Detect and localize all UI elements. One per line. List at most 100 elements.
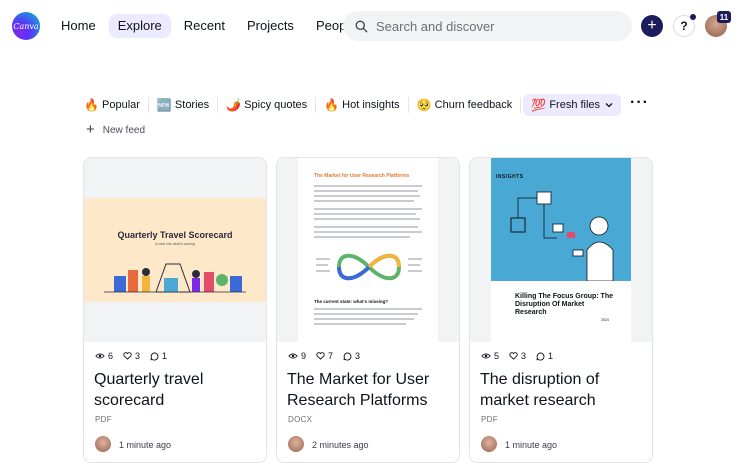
card-stats: 9 7 3 <box>288 351 360 361</box>
card-title[interactable]: Quarterly travel scorecard <box>94 369 259 411</box>
nav-explore[interactable]: Explore <box>108 14 171 38</box>
views-stat: 6 <box>95 351 113 361</box>
feed-chip-fresh-files[interactable]: 💯 Fresh files <box>523 94 622 116</box>
timestamp: 2 minutes ago <box>312 440 369 450</box>
card-stats: 5 3 1 <box>481 351 553 361</box>
chili-icon: 🌶️ <box>226 98 242 112</box>
likes-stat[interactable]: 3 <box>123 351 140 361</box>
hundred-icon: 💯 <box>531 98 547 112</box>
new-feed-button[interactable]: + New feed <box>86 121 146 138</box>
author-avatar[interactable] <box>288 436 304 452</box>
feed-chips: 🔥 Popular 🆕 Stories 🌶️ Spicy quotes 🔥 Ho… <box>80 94 622 116</box>
file-type: PDF <box>481 415 498 424</box>
heart-icon <box>509 352 518 360</box>
file-card[interactable]: The Market for User Research Platforms T… <box>276 157 460 463</box>
comments-stat[interactable]: 1 <box>150 351 167 361</box>
card-thumbnail[interactable]: INSIGHTS Killing The Focus Group: The Di… <box>470 158 652 342</box>
comments-count: 1 <box>548 351 554 361</box>
create-button[interactable]: + <box>641 15 663 37</box>
thumbnail-heading: Killing The Focus Group: The Disruption … <box>515 293 613 316</box>
likes-stat[interactable]: 3 <box>509 351 526 361</box>
eye-icon <box>288 353 298 359</box>
cover-illustration: INSIGHTS <box>491 158 631 281</box>
likes-stat[interactable]: 7 <box>316 351 333 361</box>
nav-recent[interactable]: Recent <box>175 14 234 38</box>
more-options-icon[interactable]: ··· <box>630 95 649 111</box>
feed-chip-hot-insights[interactable]: 🔥 Hot insights <box>320 94 403 116</box>
card-stats: 6 3 1 <box>95 351 167 361</box>
feed-chip-label: Popular <box>102 99 140 111</box>
card-thumbnail[interactable]: Quarterly Travel Scorecard A view into w… <box>84 158 266 342</box>
thumbnail-cover: INSIGHTS Killing The Focus Group: The Di… <box>491 158 631 342</box>
timestamp: 1 minute ago <box>505 440 558 450</box>
cover-brand: INSIGHTS <box>496 174 524 180</box>
infinity-diagram <box>316 253 422 281</box>
comment-icon <box>150 351 159 361</box>
file-card[interactable]: INSIGHTS Killing The Focus Group: The Di… <box>469 157 653 463</box>
feed-chip-stories[interactable]: 🆕 Stories <box>153 94 213 116</box>
comment-icon <box>536 351 545 361</box>
fire-icon: 🔥 <box>324 98 340 112</box>
author-avatar[interactable] <box>481 436 497 452</box>
search-input[interactable] <box>376 18 616 34</box>
divider <box>315 97 317 113</box>
likes-count: 7 <box>328 351 334 361</box>
timestamp: 1 minute ago <box>119 440 172 450</box>
views-count: 5 <box>494 351 500 361</box>
nav-home[interactable]: Home <box>52 14 105 38</box>
travel-illustration <box>104 263 246 293</box>
plus-icon: + <box>86 121 95 138</box>
chevron-down-icon <box>605 103 613 108</box>
feed-chip-label: Spicy quotes <box>244 99 308 111</box>
notification-badge: 11 <box>717 11 731 23</box>
plus-icon: + <box>647 17 657 34</box>
thumbnail-slide: Quarterly Travel Scorecard A view into w… <box>84 198 266 302</box>
eye-icon <box>481 353 491 359</box>
feed-chip-churn-feedback[interactable]: 🥺 Churn feedback <box>413 94 517 116</box>
divider <box>407 97 409 113</box>
card-thumbnail[interactable]: The Market for User Research Platforms T… <box>277 158 459 342</box>
nav-projects[interactable]: Projects <box>238 14 303 38</box>
pleading-face-icon: 🥺 <box>416 98 432 112</box>
top-bar: Canva Home Explore Recent Projects Peopl… <box>0 0 736 52</box>
thumbnail-subheading: The current state: what's missing? <box>314 299 389 304</box>
feed-chip-label: Fresh files <box>549 99 601 111</box>
card-title[interactable]: The Market for User Research Platforms <box>287 369 452 411</box>
main-nav: Home Explore Recent Projects People <box>52 14 365 38</box>
comments-count: 3 <box>355 351 361 361</box>
notification-dot <box>690 14 696 20</box>
search-bar[interactable] <box>343 11 632 41</box>
canva-logo[interactable]: Canva <box>12 12 40 40</box>
file-card[interactable]: Quarterly Travel Scorecard A view into w… <box>83 157 267 463</box>
comments-stat[interactable]: 3 <box>343 351 360 361</box>
search-icon <box>355 20 368 32</box>
file-type: DOCX <box>288 415 313 424</box>
flame-icon: 🔥 <box>84 98 99 112</box>
heart-icon <box>123 352 132 360</box>
thumbnail-document: The Market for User Research Platforms T… <box>298 158 438 342</box>
feed-chip-label: Churn feedback <box>434 99 513 111</box>
feed-chip-popular[interactable]: 🔥 Popular <box>80 94 144 116</box>
comments-count: 1 <box>162 351 168 361</box>
comments-stat[interactable]: 1 <box>536 351 553 361</box>
feed-chip-label: Hot insights <box>342 99 400 111</box>
feed-chip-label: Stories <box>174 99 210 111</box>
views-stat: 9 <box>288 351 306 361</box>
thumbnail-heading: The Market for User Research Platforms <box>314 173 410 179</box>
divider <box>147 97 149 113</box>
comment-icon <box>343 351 352 361</box>
views-stat: 5 <box>481 351 499 361</box>
thumbnail-year: 2024 <box>601 318 609 322</box>
author-avatar[interactable] <box>95 436 111 452</box>
divider <box>217 97 219 113</box>
divider <box>520 97 522 113</box>
new-icon: 🆕 <box>156 98 172 112</box>
card-title[interactable]: The disruption of market research <box>480 369 645 411</box>
heart-icon <box>316 352 325 360</box>
file-type: PDF <box>95 415 112 424</box>
likes-count: 3 <box>135 351 141 361</box>
eye-icon <box>95 353 105 359</box>
views-count: 6 <box>108 351 114 361</box>
feed-chip-spicy-quotes[interactable]: 🌶️ Spicy quotes <box>222 94 311 116</box>
new-feed-label: New feed <box>102 124 146 136</box>
